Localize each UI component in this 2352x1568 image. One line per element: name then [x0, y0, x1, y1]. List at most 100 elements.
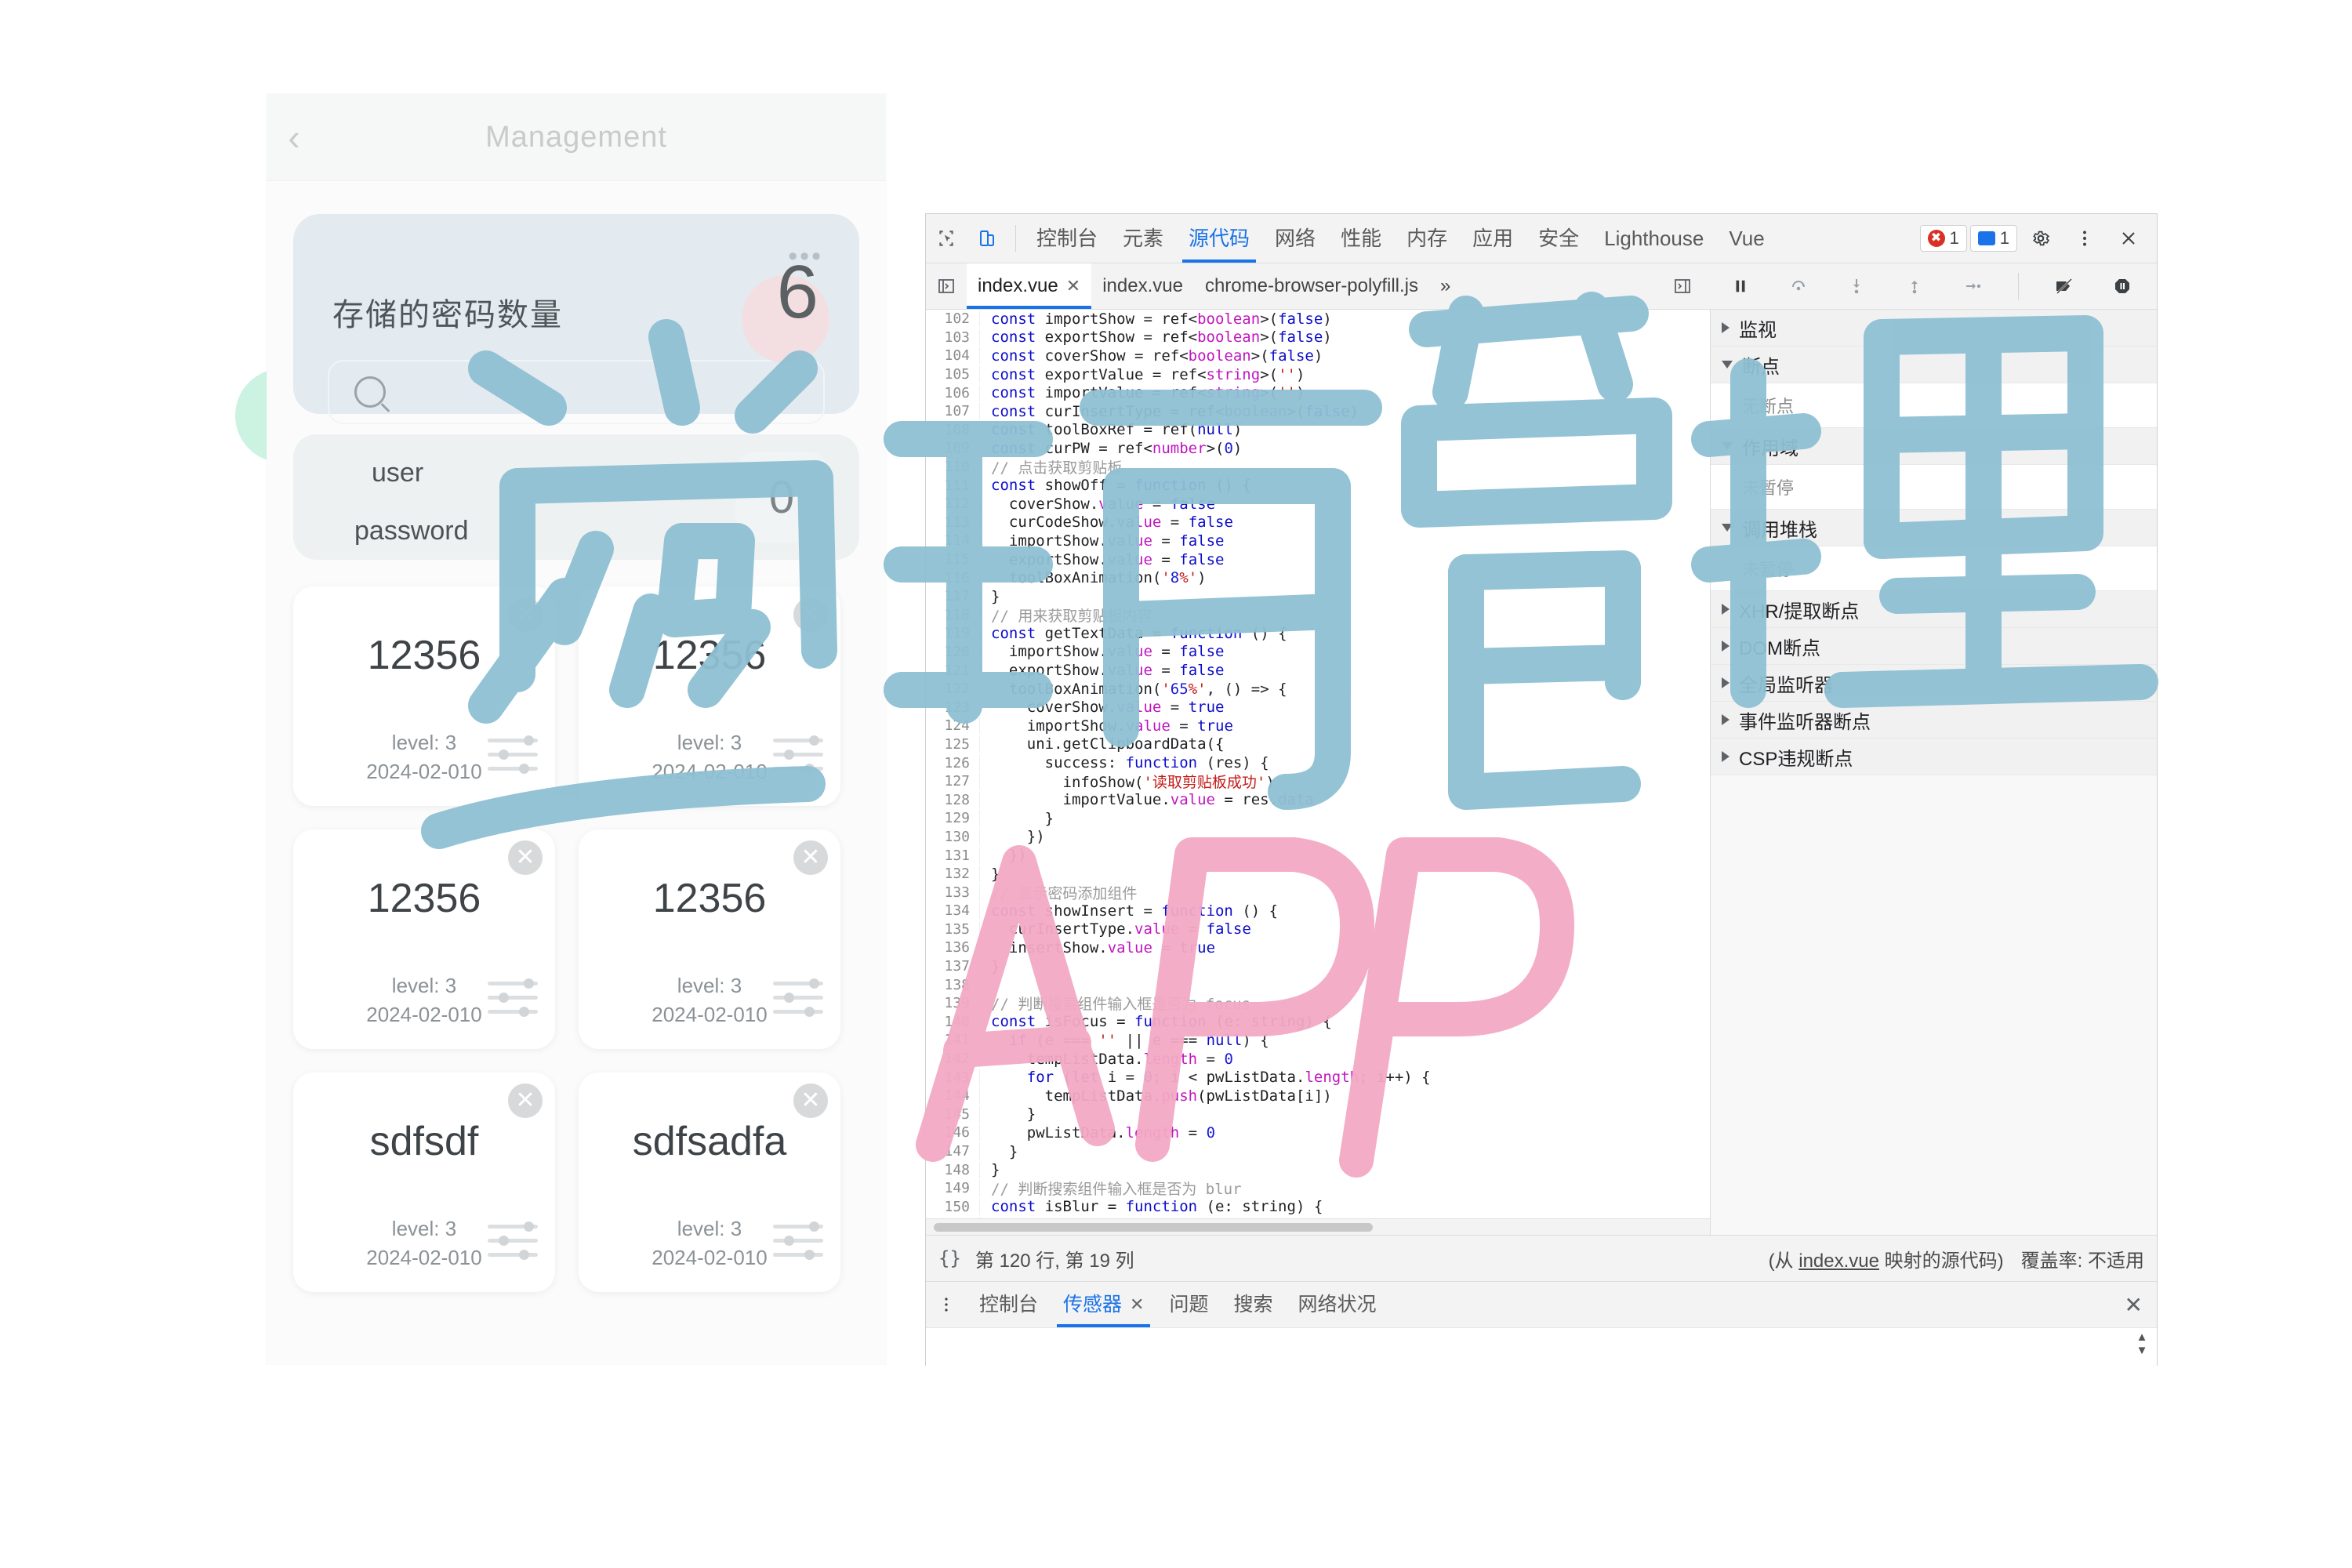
source-file-tab[interactable]: index.vue ✕: [967, 263, 1092, 309]
line-number[interactable]: 105: [926, 366, 980, 383]
code-line[interactable]: 133 // 显示密码添加组件: [926, 883, 1710, 902]
line-number[interactable]: 138: [926, 976, 980, 993]
line-number[interactable]: 134: [926, 902, 980, 920]
source-code-viewer[interactable]: 102 const importShow = ref<boolean>(false…: [926, 310, 1711, 1235]
devtools-tab-性能[interactable]: 性能: [1328, 214, 1394, 263]
close-icon[interactable]: [2108, 214, 2149, 263]
line-number[interactable]: 126: [926, 754, 980, 771]
line-number[interactable]: 146: [926, 1124, 980, 1142]
close-circle-icon[interactable]: ✕: [793, 597, 828, 632]
drawer-tab-网络状况[interactable]: 网络状况: [1286, 1282, 1389, 1327]
code-line[interactable]: 125 uni.getClipboardData({: [926, 735, 1710, 754]
code-line[interactable]: 132}: [926, 865, 1710, 884]
code-line[interactable]: 108 const toolBoxRef = ref(null): [926, 421, 1710, 440]
code-line[interactable]: 149 // 判断搜索组件输入框是否为 blur: [926, 1179, 1710, 1198]
line-number[interactable]: 121: [926, 662, 980, 679]
line-number[interactable]: 112: [926, 495, 980, 513]
code-line[interactable]: 120 importShow.value = false: [926, 643, 1710, 662]
code-line[interactable]: 140 const isFocus = function (e: string) …: [926, 1013, 1710, 1032]
code-line[interactable]: 136 insertShow.value = true: [926, 938, 1710, 957]
line-number[interactable]: 127: [926, 773, 980, 790]
step-out-icon[interactable]: [1894, 262, 1935, 310]
code-line[interactable]: 143 for (let i = 0; i < pwListData.lengt…: [926, 1068, 1710, 1087]
code-line[interactable]: 105 const exportValue = ref<string>(''): [926, 365, 1710, 384]
source-file-tab[interactable]: index.vue: [1091, 263, 1194, 309]
drawer-tab-问题[interactable]: 问题: [1156, 1282, 1221, 1327]
code-line[interactable]: 129 }: [926, 809, 1710, 828]
sidebar-section-作用域[interactable]: 作用域: [1711, 428, 2157, 465]
line-number[interactable]: 106: [926, 384, 980, 401]
code-line[interactable]: 102 const importShow = ref<boolean>(false…: [926, 310, 1710, 328]
devtools-tab-元素[interactable]: 元素: [1110, 214, 1176, 263]
password-card[interactable]: ✕ 12356 level: 3 2024-02-010: [579, 586, 840, 806]
close-circle-icon[interactable]: ✕: [793, 1083, 828, 1118]
line-number[interactable]: 140: [926, 1013, 980, 1030]
gear-icon[interactable]: [2020, 214, 2061, 263]
line-number[interactable]: 139: [926, 995, 980, 1012]
code-line[interactable]: 141 if (e === '' || e === null) {: [926, 1031, 1710, 1050]
line-number[interactable]: 149: [926, 1180, 980, 1197]
line-number[interactable]: 135: [926, 920, 980, 938]
password-card[interactable]: ✕ sdfsdf level: 3 2024-02-010: [293, 1073, 555, 1292]
line-number[interactable]: 136: [926, 939, 980, 956]
code-line[interactable]: 104 const coverShow = ref<boolean>(false): [926, 347, 1710, 365]
line-number[interactable]: 122: [926, 681, 980, 698]
line-number[interactable]: 111: [926, 477, 980, 494]
code-line[interactable]: 117}: [926, 587, 1710, 606]
line-number[interactable]: 124: [926, 717, 980, 735]
close-icon[interactable]: ✕: [1130, 1282, 1144, 1327]
code-line[interactable]: 121 exportShow.value = false: [926, 661, 1710, 680]
code-line[interactable]: 122 toolBoxAnimation('65%', () => {: [926, 680, 1710, 699]
source-map-link[interactable]: index.vue: [1798, 1250, 1879, 1272]
line-number[interactable]: 102: [926, 310, 980, 328]
line-number[interactable]: 147: [926, 1143, 980, 1160]
line-number[interactable]: 114: [926, 532, 980, 550]
step-icon[interactable]: [1952, 262, 1993, 310]
code-line[interactable]: 116 toolBoxAnimation('8%'): [926, 568, 1710, 587]
line-number[interactable]: 115: [926, 551, 980, 568]
close-circle-icon[interactable]: ✕: [508, 1083, 543, 1118]
sidebar-section-断点[interactable]: 断点: [1711, 347, 2157, 383]
source-file-tab[interactable]: chrome-browser-polyfill.js: [1194, 263, 1429, 309]
code-line[interactable]: 124 importShow.value = true: [926, 717, 1710, 735]
close-circle-icon[interactable]: ✕: [793, 840, 828, 875]
sliders-icon[interactable]: [773, 978, 823, 1017]
code-line[interactable]: 109 const curPW = ref<number>(0): [926, 439, 1710, 458]
sidebar-section-调用堆栈[interactable]: 调用堆栈: [1711, 510, 2157, 546]
code-line[interactable]: 138: [926, 975, 1710, 994]
code-line[interactable]: 137}: [926, 957, 1710, 976]
devtools-tab-Vue[interactable]: Vue: [1716, 214, 1777, 263]
search-input[interactable]: [328, 360, 825, 424]
sidebar-section-全局监听器[interactable]: 全局监听器: [1711, 665, 2157, 702]
devtools-tab-控制台[interactable]: 控制台: [1024, 214, 1110, 263]
code-line[interactable]: 135 curInsertType.value = false: [926, 920, 1710, 939]
line-number[interactable]: 123: [926, 699, 980, 716]
line-number[interactable]: 116: [926, 569, 980, 586]
line-number[interactable]: 103: [926, 328, 980, 346]
line-number[interactable]: 120: [926, 643, 980, 660]
line-number[interactable]: 108: [926, 421, 980, 438]
line-number[interactable]: 113: [926, 514, 980, 531]
password-card[interactable]: ✕ sdfsadfa level: 3 2024-02-010: [579, 1073, 840, 1292]
error-count-badge[interactable]: ✖ 1: [1919, 225, 1967, 252]
line-number[interactable]: 104: [926, 347, 980, 365]
sliders-icon[interactable]: [488, 978, 538, 1017]
sidebar-section-监视[interactable]: 监视: [1711, 310, 2157, 347]
scrollbar-thumb[interactable]: [934, 1223, 1373, 1232]
code-line[interactable]: 145 }: [926, 1105, 1710, 1124]
horizontal-scrollbar[interactable]: [926, 1218, 1710, 1235]
sliders-icon[interactable]: [773, 1221, 823, 1260]
close-circle-icon[interactable]: ✕: [508, 597, 543, 632]
code-line[interactable]: 146 pwListData.length = 0: [926, 1123, 1710, 1142]
line-number[interactable]: 144: [926, 1087, 980, 1105]
sidebar-section-CSP违规断点[interactable]: CSP违规断点: [1711, 739, 2157, 775]
devtools-tab-Lighthouse[interactable]: Lighthouse: [1592, 214, 1716, 263]
code-line[interactable]: 106 const importValue = ref<string>(''): [926, 383, 1710, 402]
line-number[interactable]: 137: [926, 958, 980, 975]
sidebar-section-DOM断点[interactable]: DOM断点: [1711, 628, 2157, 665]
back-chevron-icon[interactable]: ‹: [267, 119, 321, 155]
code-line[interactable]: 119 const getTextData = function () {: [926, 624, 1710, 643]
code-line[interactable]: 107 const curInsertType = ref<boolean>(fa…: [926, 402, 1710, 421]
code-line[interactable]: 115 exportShow.value = false: [926, 550, 1710, 569]
line-number[interactable]: 145: [926, 1105, 980, 1123]
